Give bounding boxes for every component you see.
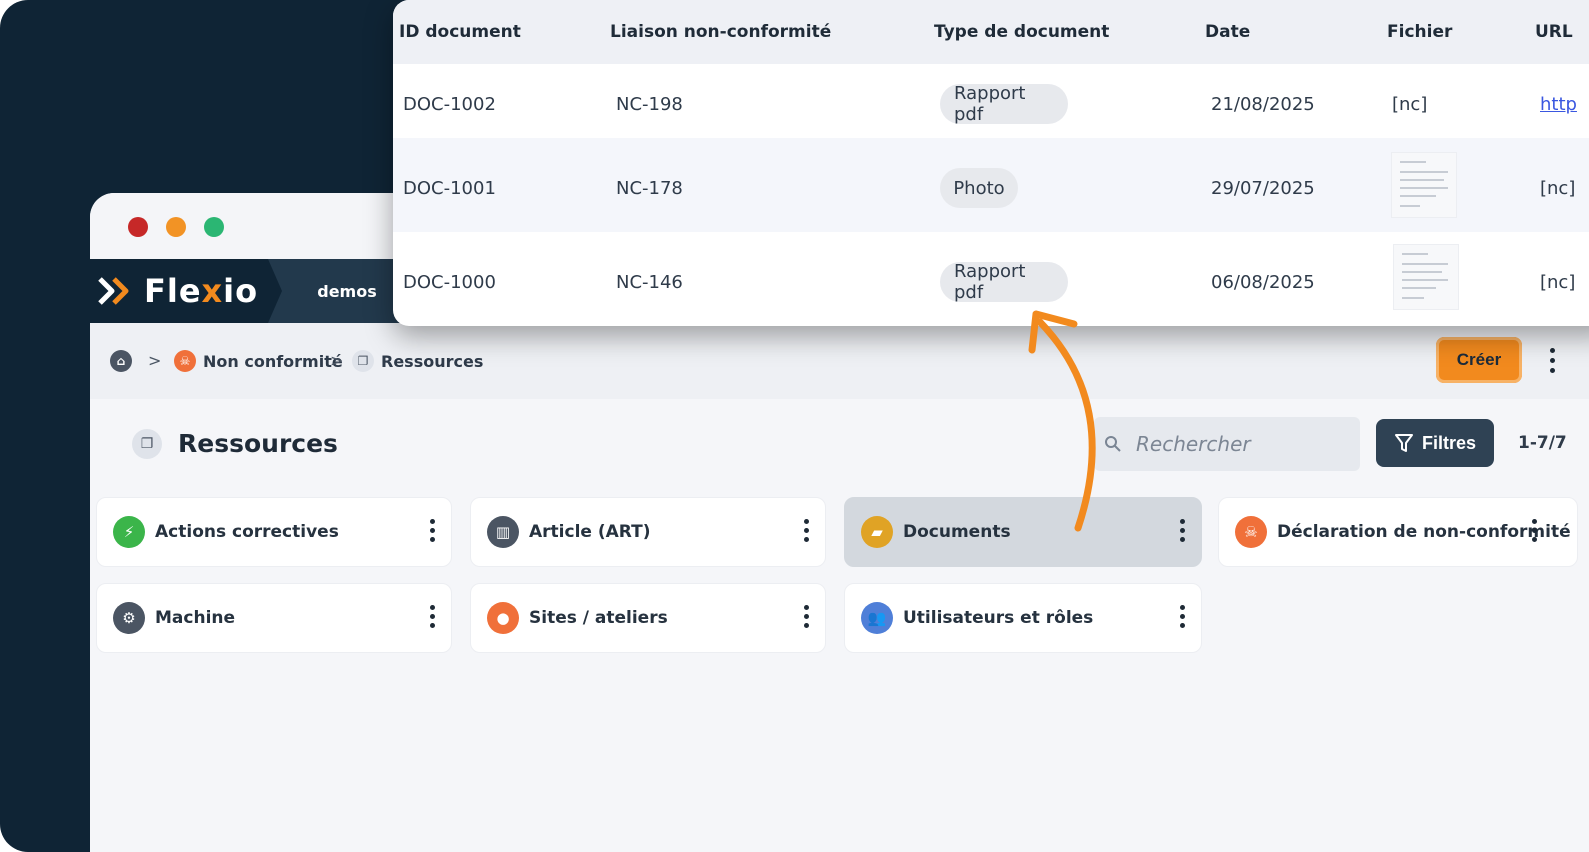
cell-nc: NC-198 — [616, 94, 683, 115]
column-header-id[interactable]: ID document — [399, 22, 521, 42]
table-row[interactable]: DOC-1000 NC-146 Rapport pdf 06/08/2025 [… — [393, 232, 1589, 326]
resource-card-label: Utilisateurs et rôles — [903, 608, 1094, 628]
column-header-type[interactable]: Type de document — [934, 22, 1109, 42]
cell-date: 29/07/2025 — [1211, 178, 1315, 199]
more-options-icon[interactable] — [1542, 337, 1562, 383]
filter-icon — [1394, 434, 1413, 452]
folder-icon: ▰ — [861, 516, 893, 548]
barcode-icon: ▥ — [487, 516, 519, 548]
document-type-chip: Rapport pdf — [940, 83, 1068, 125]
skull-icon: ☠ — [174, 350, 196, 372]
search-box[interactable] — [1094, 417, 1360, 471]
resources-icon: ❐ — [352, 350, 374, 372]
minimize-window-button[interactable] — [166, 217, 186, 237]
flexio-chevron-icon — [98, 277, 129, 305]
table-header: ID document Liaison non-conformité Type … — [393, 0, 1589, 64]
home-icon: ⌂ — [110, 350, 132, 372]
documents-table-panel: ID document Liaison non-conformité Type … — [393, 0, 1589, 326]
breadcrumb-separator: > — [330, 351, 344, 370]
more-options-icon[interactable] — [1180, 605, 1185, 628]
cell-date: 21/08/2025 — [1211, 94, 1315, 115]
resources-icon: ❐ — [132, 429, 162, 459]
cell-file: [nc] — [1392, 94, 1428, 115]
column-header-date[interactable]: Date — [1205, 22, 1250, 42]
location-pin-icon: ● — [487, 602, 519, 634]
file-thumbnail[interactable] — [1391, 152, 1457, 218]
stage: Flexio demos ⌂ > ☠ Non conformité > ❐ Re… — [0, 0, 1589, 852]
resource-card-label: Documents — [903, 522, 1011, 542]
create-button[interactable]: Créer — [1436, 337, 1522, 383]
breadcrumb-separator: > — [148, 351, 162, 370]
gear-icon: ⚙ — [113, 602, 145, 634]
url-link[interactable]: http — [1540, 94, 1577, 115]
maximize-window-button[interactable] — [204, 217, 224, 237]
cell-nc: NC-146 — [616, 272, 683, 293]
pagination-range: 1-7/7 — [1518, 433, 1567, 453]
more-options-icon[interactable] — [804, 519, 809, 542]
filters-label: Filtres — [1421, 432, 1477, 453]
column-header-url[interactable]: URL — [1535, 22, 1573, 42]
cell-id: DOC-1002 — [403, 94, 496, 115]
more-options-icon[interactable] — [1180, 519, 1185, 542]
more-options-icon[interactable] — [804, 605, 809, 628]
cell-date: 06/08/2025 — [1211, 272, 1315, 293]
cell-id: DOC-1000 — [403, 272, 496, 293]
resource-card-utilisateurs[interactable]: 👥 Utilisateurs et rôles — [844, 583, 1202, 653]
breadcrumb-label: Non conformité — [203, 351, 343, 371]
more-options-icon[interactable] — [1532, 519, 1537, 542]
breadcrumb-non-conformite[interactable]: ☠ Non conformité — [174, 350, 343, 372]
resource-card-label: Actions correctives — [155, 522, 339, 542]
resource-card-label: Machine — [155, 608, 236, 628]
flexio-logo[interactable]: Flexio — [98, 272, 259, 310]
breadcrumb: ⌂ > ☠ Non conformité > ❐ Ressources Crée… — [90, 323, 1589, 399]
resource-card-sites[interactable]: ● Sites / ateliers — [470, 583, 826, 653]
search-input[interactable] — [1136, 432, 1336, 456]
close-window-button[interactable] — [128, 217, 148, 237]
more-options-icon[interactable] — [430, 519, 435, 542]
breadcrumb-label: Ressources — [381, 351, 484, 371]
more-options-icon[interactable] — [430, 605, 435, 628]
table-row[interactable]: DOC-1002 NC-198 Rapport pdf 21/08/2025 [… — [393, 64, 1589, 138]
file-thumbnail[interactable] — [1393, 244, 1459, 310]
users-icon: 👥 — [861, 602, 893, 634]
page-header: ❐ Ressources Filtres 1-7/7 — [90, 399, 1589, 489]
orange-arrow-annotation — [1028, 310, 1096, 532]
resource-card-label: Sites / ateliers — [529, 608, 668, 628]
cell-id: DOC-1001 — [403, 178, 496, 199]
resource-card-actions-correctives[interactable]: ⚡ Actions correctives — [96, 497, 452, 567]
resource-card-article[interactable]: ▥ Article (ART) — [470, 497, 826, 567]
resource-card-label: Déclaration de non-conformité — [1277, 522, 1571, 542]
document-type-chip: Photo — [940, 168, 1018, 208]
page-title: Ressources — [178, 429, 338, 458]
filters-button[interactable]: Filtres — [1376, 419, 1494, 467]
column-header-fichier[interactable]: Fichier — [1387, 22, 1452, 42]
document-type-chip: Rapport pdf — [940, 261, 1068, 303]
cell-url: [nc] — [1540, 272, 1576, 293]
cell-url: [nc] — [1540, 178, 1576, 199]
breadcrumb-home[interactable]: ⌂ — [110, 350, 139, 372]
skull-icon: ☠ — [1235, 516, 1267, 548]
cell-nc: NC-178 — [616, 178, 683, 199]
column-header-liaison[interactable]: Liaison non-conformité — [610, 22, 831, 42]
resource-card-label: Article (ART) — [529, 522, 651, 542]
resource-card-declaration[interactable]: ☠ Déclaration de non-conformité — [1218, 497, 1578, 567]
brand-name: Flexio — [144, 272, 259, 310]
resource-card-machine[interactable]: ⚙ Machine — [96, 583, 452, 653]
table-row[interactable]: DOC-1001 NC-178 Photo 29/07/2025 [nc] — [393, 138, 1589, 232]
lightning-icon: ⚡ — [113, 516, 145, 548]
breadcrumb-ressources[interactable]: ❐ Ressources — [352, 350, 483, 372]
workspace-tab[interactable]: demos — [268, 259, 408, 323]
